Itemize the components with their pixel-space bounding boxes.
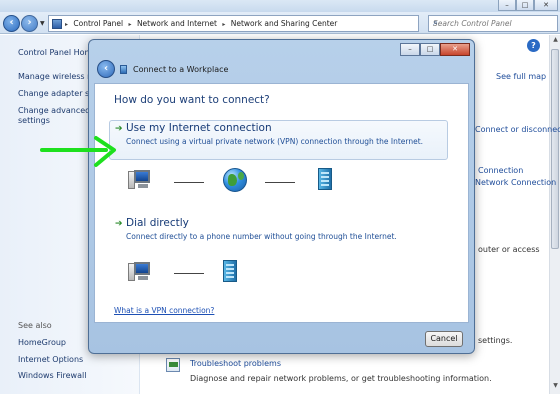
homegroup-link[interactable]: HomeGroup <box>18 338 66 347</box>
close-button[interactable]: ✕ <box>534 0 558 11</box>
dialog-question: How do you want to connect? <box>114 94 270 106</box>
control-panel-icon <box>52 19 62 29</box>
forward-arrow-icon[interactable]: › <box>21 15 38 32</box>
dialog-header: ‹ Connect to a Workplace <box>94 57 469 83</box>
address-toolbar: ‹ › ▼ ▸ Control Panel ▸ Network and Inte… <box>0 12 560 34</box>
change-advanced-sharing-link-cont[interactable]: settings <box>18 116 50 125</box>
control-panel-home-link[interactable]: Control Panel Home <box>18 48 97 57</box>
troubleshoot-description: Diagnose and repair network problems, or… <box>190 374 492 383</box>
back-arrow-icon[interactable]: ‹ <box>3 15 20 32</box>
network-connection-link[interactable]: Network Connection <box>475 178 556 187</box>
building-icon <box>318 168 332 190</box>
computer-icon <box>128 168 152 192</box>
vertical-scrollbar[interactable]: ▲ ▼ <box>549 35 560 394</box>
breadcrumb-item[interactable]: Control Panel <box>73 19 123 28</box>
see-full-map-link[interactable]: See full map <box>496 72 546 81</box>
globe-icon <box>223 168 247 192</box>
option-title: Dial directly <box>126 217 189 229</box>
what-is-vpn-link[interactable]: What is a VPN connection? <box>114 306 214 315</box>
connect-to-workplace-dialog: – □ ✕ ‹ Connect to a Workplace How do yo… <box>88 39 475 354</box>
back-arrow-icon[interactable]: ‹ <box>97 60 115 78</box>
option-description: Connect using a virtual private network … <box>126 137 424 146</box>
green-arrow-icon: ➔ <box>115 124 123 134</box>
dialog-title: Connect to a Workplace <box>133 65 229 74</box>
dialog-minimize-button[interactable]: – <box>400 43 420 56</box>
recent-pages-dropdown[interactable]: ▼ <box>40 20 45 27</box>
search-input[interactable]: Search Control Panel ⌕ <box>428 15 558 32</box>
troubleshoot-icon <box>166 358 180 372</box>
scroll-down-icon[interactable]: ▼ <box>551 382 560 391</box>
maximize-button[interactable]: □ <box>516 0 534 11</box>
see-also-heading: See also <box>18 321 52 330</box>
dialog-body: How do you want to connect? ➔ Use my Int… <box>94 83 469 323</box>
green-arrow-icon <box>40 136 116 167</box>
building-icon <box>223 260 237 282</box>
option-description: Connect directly to a phone number witho… <box>126 232 397 241</box>
connection-line <box>174 182 204 183</box>
dialog-close-button[interactable]: ✕ <box>440 43 470 56</box>
connection-link[interactable]: Connection <box>478 166 523 175</box>
scroll-up-icon[interactable]: ▲ <box>551 36 560 45</box>
connect-disconnect-link[interactable]: Connect or disconnect <box>475 125 560 134</box>
computer-icon <box>128 260 152 284</box>
minimize-button[interactable]: – <box>498 0 516 11</box>
search-icon[interactable]: ⌕ <box>433 18 554 28</box>
connection-line <box>174 273 204 274</box>
option-title: Use my Internet connection <box>126 122 272 134</box>
window-titlebar: – □ ✕ <box>0 0 560 12</box>
settings-text: settings. <box>478 336 513 345</box>
troubleshoot-link[interactable]: Troubleshoot problems <box>190 359 281 368</box>
dialog-maximize-button[interactable]: □ <box>420 43 440 56</box>
use-internet-connection-option[interactable]: ➔ Use my Internet connection Connect usi… <box>109 120 448 160</box>
breadcrumb: ▸ Control Panel ▸ Network and Internet ▸… <box>65 19 338 28</box>
address-bar[interactable]: ▸ Control Panel ▸ Network and Internet ▸… <box>48 15 464 32</box>
cancel-button[interactable]: Cancel <box>425 331 463 347</box>
windows-firewall-link[interactable]: Windows Firewall <box>18 371 86 380</box>
scroll-thumb[interactable] <box>551 49 559 249</box>
internet-options-link[interactable]: Internet Options <box>18 355 83 364</box>
green-arrow-icon: ➔ <box>115 219 123 229</box>
dial-directly-option[interactable]: ➔ Dial directly Connect directly to a ph… <box>109 215 448 249</box>
connection-line <box>265 182 295 183</box>
network-wizard-icon <box>120 65 127 74</box>
breadcrumb-item[interactable]: Network and Internet <box>137 19 217 28</box>
router-text: outer or access <box>478 245 540 254</box>
breadcrumb-item[interactable]: Network and Sharing Center <box>231 19 338 28</box>
help-icon[interactable]: ? <box>527 39 540 52</box>
